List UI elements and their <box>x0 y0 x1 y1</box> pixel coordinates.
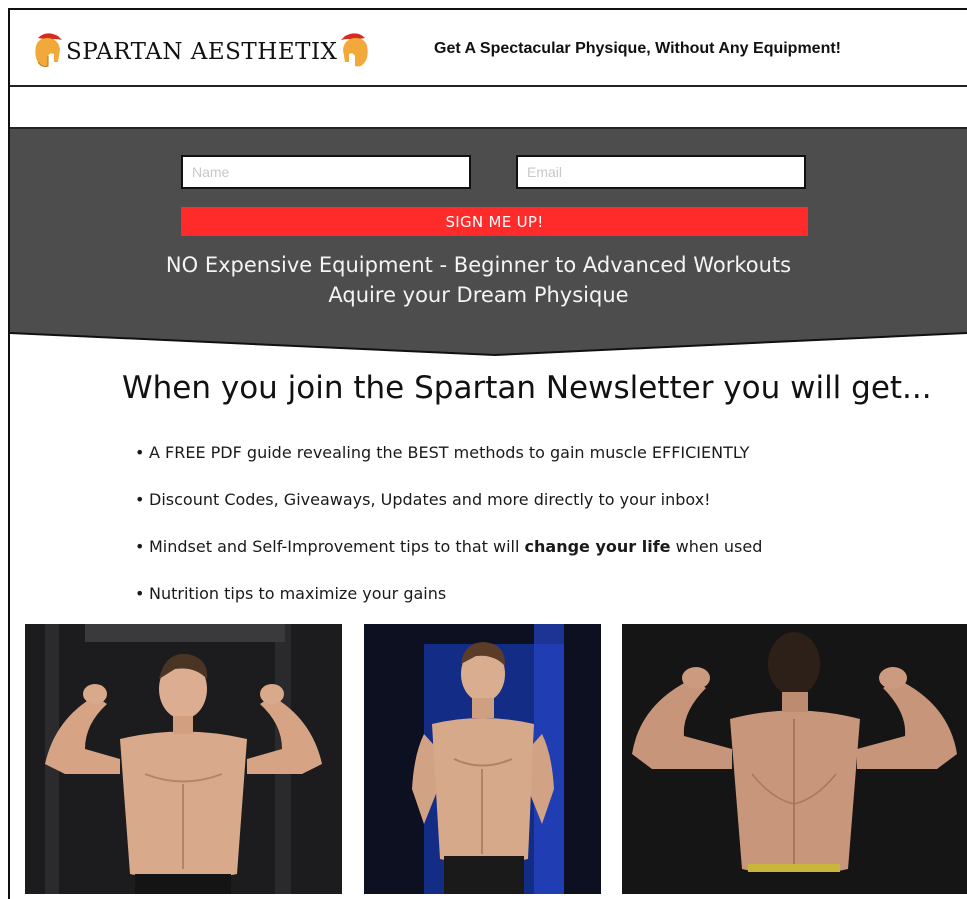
spartan-helmet-icon <box>341 33 369 67</box>
bullet-dot: • <box>135 443 145 462</box>
brand-logo[interactable]: SPARTAN AESTHETIX <box>32 30 371 74</box>
benefits-heading: When you join the Spartan Newsletter you… <box>122 370 932 406</box>
signup-section: SIGN ME UP! NO Expensive Equipment - Beg… <box>10 129 967 357</box>
sign-up-button[interactable]: SIGN ME UP! <box>181 207 808 236</box>
name-input[interactable] <box>181 155 471 189</box>
bullet-dot: • <box>135 490 145 509</box>
header-tagline: Get A Spectacular Physique, Without Any … <box>434 40 842 57</box>
site-header: SPARTAN AESTHETIX Get A Spectacular Phys… <box>10 10 967 87</box>
list-item: • Mindset and Self-Improvement tips to th… <box>135 528 762 575</box>
list-item: • Discount Codes, Giveaways, Updates and … <box>135 481 762 528</box>
signup-subtitle-2: Aquire your Dream Physique <box>328 283 629 307</box>
physique-photo-front-flex <box>25 624 342 894</box>
bullet-dot: • <box>135 584 145 603</box>
physique-photo-back-flex <box>622 624 967 894</box>
brand-name: SPARTAN AESTHETIX <box>66 39 338 65</box>
signup-band-background <box>10 129 967 357</box>
emphasis-text: change your life <box>524 537 671 556</box>
signup-subtitle: NO Expensive Equipment - Beginner to Adv… <box>165 253 792 277</box>
physique-photo-front-pose <box>364 624 601 894</box>
email-input[interactable] <box>516 155 806 189</box>
bullet-dot: • <box>135 537 145 556</box>
spartan-helmet-icon <box>35 33 62 67</box>
page-frame: SPARTAN AESTHETIX Get A Spectacular Phys… <box>8 8 967 899</box>
benefits-list: • A FREE PDF guide revealing the BEST met… <box>135 434 762 622</box>
list-item: • Nutrition tips to maximize your gains <box>135 575 762 622</box>
nav-bar <box>10 87 967 129</box>
list-item: • A FREE PDF guide revealing the BEST met… <box>135 434 762 481</box>
